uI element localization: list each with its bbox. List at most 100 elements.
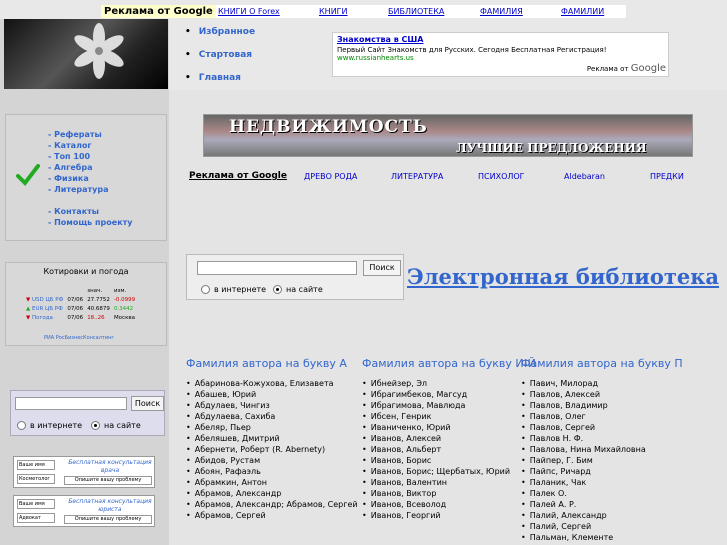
radio-icon[interactable] — [17, 421, 26, 430]
link-family-tree[interactable]: ДРЕВО РОДА — [304, 171, 357, 182]
link-aldebaran[interactable]: Aldebaran — [564, 171, 605, 182]
problem-field[interactable]: Опишите вашу проблему — [64, 515, 152, 524]
nav-item-top100[interactable]: - Топ 100 — [48, 151, 132, 162]
side-search-button[interactable]: Поиск — [131, 396, 164, 411]
link-psychologist[interactable]: ПСИХОЛОГ — [478, 171, 525, 182]
author-item[interactable]: Пальман, Клементе — [521, 532, 721, 543]
author-item[interactable]: Иванов, Георгий — [362, 510, 537, 521]
author-item[interactable]: Иванов, Всеволод — [362, 499, 537, 510]
menu-start[interactable]: Стартовая — [185, 49, 315, 72]
ad-by-google[interactable]: Реклама от Google — [587, 63, 666, 74]
author-item[interactable]: Паланик, Чак — [521, 477, 721, 488]
author-item[interactable]: Абрамов, Сергей — [186, 510, 361, 521]
author-item[interactable]: Ибсен, Генрик — [362, 411, 537, 422]
lawyer-consult-widget[interactable]: Ваше имя Адвокат Бесплатная консультация… — [13, 495, 155, 527]
quotes-source[interactable]: РИА РосБизнесКонсалтинг — [44, 335, 114, 341]
radio-site[interactable]: на сайте — [273, 285, 323, 294]
author-item[interactable]: Абдулаева, Сахиба — [186, 411, 361, 422]
quotes-row[interactable]: ▼ USD ЦБ РФ 07/06 27.7752 -0.0999 — [24, 296, 137, 305]
author-item[interactable]: Пайпер, Г. Бим — [521, 455, 721, 466]
menu-home[interactable]: Главная — [185, 72, 315, 95]
doctor-consult-widget[interactable]: Ваше имя Косметолог Бесплатная консульта… — [13, 456, 155, 488]
author-item[interactable]: Ибнейзер, Эл — [362, 378, 537, 389]
column-title[interactable]: Фамилия автора на букву А — [186, 356, 361, 371]
author-item[interactable]: Иванов, Валентин — [362, 477, 537, 488]
quotes-row[interactable]: ▼ Погода 07/06 18..26 Москва — [24, 314, 137, 323]
radio-icon[interactable] — [201, 285, 210, 294]
author-item[interactable]: Павлов, Алексей — [521, 389, 721, 400]
author-item[interactable]: Ибрагимбеков, Магсуд — [362, 389, 537, 400]
nav-item-help[interactable]: - Помощь проекту — [48, 217, 132, 228]
author-item[interactable]: Иванов, Альберт — [362, 444, 537, 455]
author-item[interactable]: Павич, Милорад — [521, 378, 721, 389]
author-item[interactable]: Иваниченко, Юрий — [362, 422, 537, 433]
author-item[interactable]: Иванов, Борис — [362, 455, 537, 466]
problem-field[interactable]: Опишите вашу проблему — [64, 476, 152, 485]
realty-banner[interactable]: НЕДВИЖИМОСТЬ ЛУЧШИЕ ПРЕДЛОЖЕНИЯ — [203, 114, 693, 157]
top-link-surname[interactable]: ФАМИЛИЯ — [480, 6, 523, 17]
top-link-forex[interactable]: КНИГИ О Forex — [218, 6, 280, 17]
author-item[interactable]: Павлова, Нина Михайловна — [521, 444, 721, 455]
side-radio-site[interactable]: на сайте — [91, 421, 141, 430]
author-item[interactable]: Иванов, Алексей — [362, 433, 537, 444]
author-item[interactable]: Павлов, Владимир — [521, 400, 721, 411]
google-ads-label-2[interactable]: Реклама от Google — [189, 170, 287, 182]
nav-item-catalog[interactable]: - Каталог — [48, 140, 132, 151]
name-field[interactable]: Ваше имя — [17, 460, 55, 470]
author-item[interactable]: Иванов, Борис; Щербатых, Юрий — [362, 466, 537, 477]
author-item[interactable]: Абрамкин, Антон — [186, 477, 361, 488]
search-box-main: Поиск в интернете на сайте — [186, 254, 404, 300]
ad-title[interactable]: Знакомства в США — [337, 35, 664, 44]
author-column-p: Фамилия автора на букву П Павич, Милорад… — [521, 356, 721, 543]
nav-item-algebra[interactable]: - Алгебра — [48, 162, 132, 173]
search-input[interactable] — [197, 261, 357, 275]
menu-favorites[interactable]: Избранное — [185, 26, 315, 49]
name-field[interactable]: Ваше имя — [17, 499, 55, 509]
author-item[interactable]: Ибрагимова, Мавлюда — [362, 400, 537, 411]
radio-selected-icon[interactable] — [273, 285, 282, 294]
author-item[interactable]: Абаринова-Кожухова, Елизавета — [186, 378, 361, 389]
author-item[interactable]: Палек О. — [521, 488, 721, 499]
author-item[interactable]: Абашев, Юрий — [186, 389, 361, 400]
second-link-bar: Реклама от Google ДРЕВО РОДА ЛИТЕРАТУРА … — [189, 170, 699, 184]
top-link-library[interactable]: БИБЛИОТЕКА — [388, 6, 444, 17]
quotes-row[interactable]: ▲ EUR ЦБ РФ 07/06 40.6879 0.3442 — [24, 305, 137, 314]
author-item[interactable]: Абеляр, Пьер — [186, 422, 361, 433]
specialist-select[interactable]: Косметолог — [17, 474, 55, 484]
nav-item-physics[interactable]: - Физика — [48, 173, 132, 184]
author-item[interactable]: Абоян, Рафаэль — [186, 466, 361, 477]
ad-block[interactable]: Знакомства в США Первый Сайт Знакомств д… — [332, 32, 669, 77]
author-item[interactable]: Палий, Александр — [521, 510, 721, 521]
author-item[interactable]: Павлов, Олег — [521, 411, 721, 422]
author-item[interactable]: Павлов Н. Ф. — [521, 433, 721, 444]
specialist-select[interactable]: Адвокат — [17, 513, 55, 523]
top-link-surnames[interactable]: ФАМИЛИИ — [561, 6, 604, 17]
nav-item-contacts[interactable]: - Контакты — [48, 206, 132, 217]
ad-url[interactable]: www.russianhearts.us — [337, 54, 664, 62]
author-item[interactable]: Абрамов, Александр — [186, 488, 361, 499]
author-item[interactable]: Палей А. Р. — [521, 499, 721, 510]
column-title[interactable]: Фамилия автора на букву П — [521, 356, 721, 371]
author-item[interactable]: Абрамов, Александр; Абрамов, Сергей — [186, 499, 361, 510]
author-item[interactable]: Абдулаев, Чингиз — [186, 400, 361, 411]
author-item[interactable]: Абидов, Рустам — [186, 455, 361, 466]
link-ancestors[interactable]: ПРЕДКИ — [650, 171, 684, 182]
search-button[interactable]: Поиск — [363, 260, 401, 276]
author-item[interactable]: Пайпс, Ричард — [521, 466, 721, 477]
google-ads-label[interactable]: Реклама от Google — [101, 5, 216, 18]
link-literature[interactable]: ЛИТЕРАТУРА — [391, 171, 443, 182]
radio-internet[interactable]: в интернете — [201, 285, 266, 294]
author-item[interactable]: Иванов, Виктор — [362, 488, 537, 499]
library-title[interactable]: Электронная библиотека — [407, 264, 719, 289]
nav-item-literature[interactable]: - Литература — [48, 184, 132, 195]
author-item[interactable]: Палий, Сергей — [521, 521, 721, 532]
column-title[interactable]: Фамилия автора на букву И-Й — [362, 356, 537, 371]
author-item[interactable]: Абеляшев, Дмитрий — [186, 433, 361, 444]
radio-selected-icon[interactable] — [91, 421, 100, 430]
author-item[interactable]: Павлов, Сергей — [521, 422, 721, 433]
side-search-input[interactable] — [15, 397, 127, 410]
side-radio-internet[interactable]: в интернете — [17, 421, 82, 430]
nav-item-essays[interactable]: - Рефераты — [48, 129, 132, 140]
top-link-books[interactable]: КНИГИ — [319, 6, 348, 17]
author-item[interactable]: Абернети, Роберт (R. Abernety) — [186, 444, 361, 455]
